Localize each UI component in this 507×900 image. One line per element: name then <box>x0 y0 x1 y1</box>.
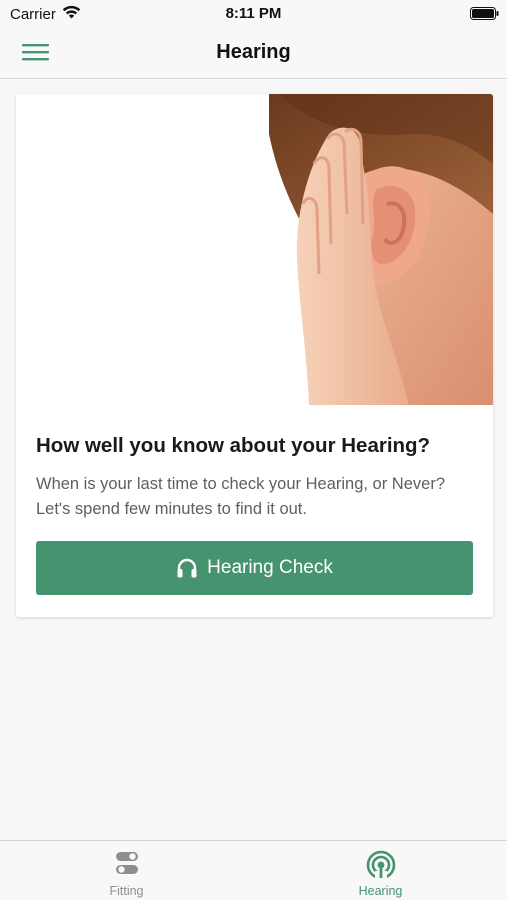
toggle-switches-icon <box>115 852 138 874</box>
tab-fitting-label: Fitting <box>109 884 144 898</box>
child-cupping-ear-photo <box>269 94 493 405</box>
card-title: How well you know about your Hearing? <box>36 434 431 457</box>
page-title: Hearing <box>216 41 291 63</box>
hearing-check-button[interactable]: Hearing Check <box>36 541 473 595</box>
hero-image <box>16 94 493 405</box>
status-bar: Carrier 8:11 PM <box>0 0 507 28</box>
broadcast-icon <box>366 850 395 880</box>
hearing-check-label: Hearing Check <box>207 557 333 578</box>
tab-hearing-label: Hearing <box>358 884 403 898</box>
status-time: 8:11 PM <box>225 5 282 22</box>
card-description: When is your last time to check your Hea… <box>36 475 445 518</box>
hearing-card: How well you know about your Hearing? Wh… <box>16 94 493 617</box>
hearing-screen: Carrier 8:11 PM Hearing How well you kno… <box>0 0 507 900</box>
battery-icon <box>470 7 499 20</box>
headphones-icon <box>177 558 197 578</box>
tab-fitting[interactable]: Fitting <box>0 841 253 900</box>
nav-bar: Hearing <box>0 28 507 79</box>
tab-hearing[interactable]: Hearing <box>254 841 507 900</box>
tab-bar: Fitting Hearing <box>0 840 507 900</box>
